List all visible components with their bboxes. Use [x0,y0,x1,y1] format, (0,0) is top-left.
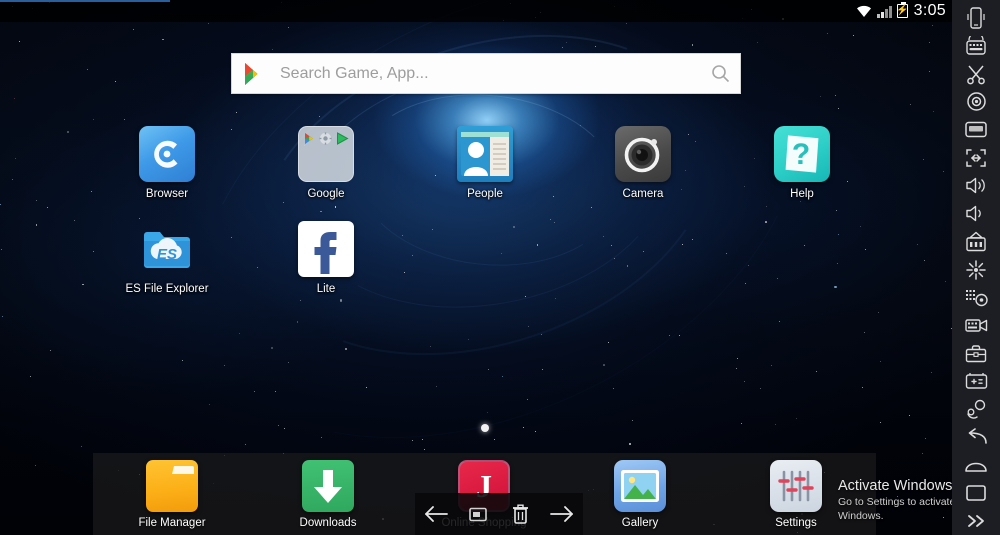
android-status-bar: ⚡ 3:05 [0,0,952,22]
downloads-icon [302,460,354,512]
search-bar[interactable] [231,53,741,94]
app-camera[interactable]: Camera [595,126,691,200]
page-indicator-dot[interactable] [481,424,489,432]
sidebar-item-fullscreen[interactable] [952,144,1000,172]
svg-text:?: ? [792,138,810,171]
browser-icon [139,126,195,182]
dock-app-gallery[interactable]: Gallery [585,460,695,529]
status-bar-clock: 3:05 [913,2,946,19]
sidebar-item-location[interactable] [952,88,1000,116]
app-browser[interactable]: Browser [119,126,215,200]
signal-icon [876,5,892,18]
forward-button[interactable] [545,499,579,529]
sidebar-item-back[interactable] [952,423,1000,451]
sidebar-item-game-controls[interactable] [952,284,1000,312]
search-input[interactable] [276,64,700,83]
app-es-file-explorer[interactable]: ES ES File Explorer [119,221,215,295]
sidebar-item-operation-record[interactable] [952,367,1000,395]
back-button[interactable] [419,499,453,529]
sidebar-item-volume-up[interactable] [952,172,1000,200]
svg-text:ES: ES [157,246,177,263]
app-label: Help [790,188,814,200]
facebook-lite-icon [298,221,354,277]
battery-charging-icon: ⚡ [895,1,909,18]
sidebar-item-shake-device[interactable] [952,4,1000,32]
app-label: Camera [622,188,664,200]
app-label: Google [307,188,345,200]
window-icon[interactable] [461,499,495,529]
sidebar-item-keyboard-control[interactable] [952,32,1000,60]
es-file-explorer-icon: ES [139,221,195,277]
wifi-icon [856,5,872,18]
battery-bolt-glyph: ⚡ [895,4,909,16]
app-people[interactable]: People [437,126,533,200]
emulator-screen: ⚡ 3:05 Search Game, App... Browser Googl… [0,0,1000,535]
sidebar-item-multi-window[interactable] [952,116,1000,144]
settings-icon [770,460,822,512]
sidebar-item-shake[interactable] [952,256,1000,284]
help-icon: ? [774,126,830,182]
sidebar-item-more[interactable] [952,507,1000,535]
emulator-sidebar [952,0,1000,535]
camera-icon [615,126,671,182]
file-manager-icon [146,460,198,512]
app-google-folder[interactable]: Google [278,126,374,200]
gallery-icon [614,460,666,512]
search-icon[interactable] [700,64,740,83]
people-icon [457,126,513,182]
dock-app-settings[interactable]: Settings [741,460,851,529]
sidebar-item-record-screen[interactable] [952,311,1000,339]
sidebar-item-home[interactable] [952,451,1000,479]
app-label: People [467,188,503,200]
window-top-accent [0,0,170,2]
sidebar-item-install-apk[interactable] [952,228,1000,256]
sidebar-item-volume-down[interactable] [952,200,1000,228]
google-folder-icon [298,126,354,182]
sidebar-item-toolbox[interactable] [952,339,1000,367]
app-label: Browser [145,188,189,200]
settings-gear-mini-icon [319,131,333,145]
app-facebook-lite[interactable]: Lite [278,221,374,295]
dock-app-file-manager[interactable]: File Manager [117,460,227,529]
dock-app-label: Settings [775,517,817,529]
app-help[interactable]: ? Help [754,126,850,200]
dock-app-label: Downloads [299,517,357,529]
sidebar-item-rotate[interactable] [952,395,1000,423]
app-label: Lite [316,283,336,295]
dock-app-downloads[interactable]: Downloads [273,460,383,529]
sidebar-item-recents[interactable] [952,479,1000,507]
navigation-overlay [415,493,583,535]
delete-button[interactable] [503,499,537,529]
play-movies-mini-icon [336,131,350,145]
dock-app-label: Gallery [621,517,659,529]
sidebar-item-screenshot[interactable] [952,60,1000,88]
app-label: ES File Explorer [125,283,209,295]
google-play-icon [232,62,276,86]
dock-app-label: File Manager [138,517,206,529]
play-store-mini-icon [302,131,316,145]
